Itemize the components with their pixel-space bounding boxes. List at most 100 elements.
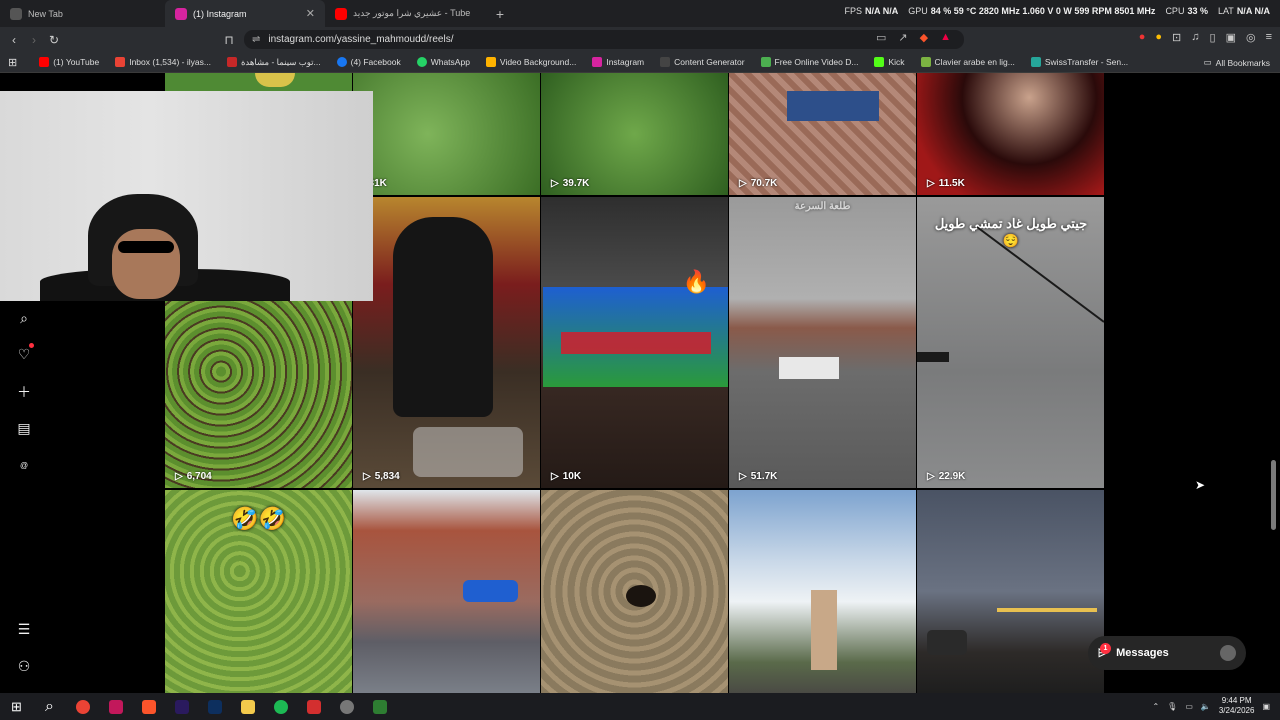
swisstransfer-icon <box>1030 57 1041 67</box>
app-green-icon[interactable] <box>363 693 396 720</box>
reel-thumbnail[interactable]: 231K <box>353 73 540 195</box>
bookmark-clavier-arabe[interactable]: Clavier arabe en lig... <box>913 57 1023 67</box>
bookmark-kick[interactable]: Kick <box>866 57 912 67</box>
bookmark-whatsapp[interactable]: WhatsApp <box>409 57 478 67</box>
bookmark-video-downloader[interactable]: Free Online Video D... <box>753 57 867 67</box>
brave-shields-icon[interactable]: ◆ <box>920 31 928 44</box>
notification-center-icon[interactable]: ▣ <box>1262 702 1270 711</box>
brave-rewards-icon[interactable]: ▲ <box>940 31 951 44</box>
wallet-icon[interactable]: ▣ <box>1226 31 1236 44</box>
microphone-icon[interactable]: 🎙 <box>1167 702 1177 711</box>
all-bookmarks-label: All Bookmarks <box>1215 57 1270 68</box>
bookmark-topcinema[interactable]: توب سينما - مشاهدة... <box>219 57 329 68</box>
play-icon: ▷ <box>927 178 935 189</box>
reel-thumbnail[interactable] <box>917 490 1104 693</box>
clock-date: 3/24/2026 <box>1218 706 1255 715</box>
app-red-icon[interactable] <box>99 693 132 720</box>
back-icon[interactable]: ‹ <box>4 33 24 47</box>
all-bookmarks-button[interactable]: ▭ All Bookmarks <box>1204 57 1270 68</box>
address-bar[interactable]: ⇌ instagram.com/yassine_mahmoudd/reels/ <box>244 30 964 49</box>
bookmark-label: WhatsApp <box>430 57 470 67</box>
more-menu-icon[interactable]: ☰ <box>9 611 39 648</box>
bookmark-content-generator[interactable]: Content Generator <box>652 57 752 67</box>
spotify-icon[interactable] <box>264 693 297 720</box>
page-scrollbar[interactable] <box>1270 73 1276 693</box>
sunglasses <box>118 241 174 253</box>
vpn-icon[interactable]: ◎ <box>1246 31 1256 44</box>
tab-youtube[interactable]: عشيري شرا موتور جديد - Tube <box>325 0 490 27</box>
reel-thumbnail[interactable]: ▷ 5,834 <box>353 197 540 488</box>
create-plus-icon[interactable]: ＋ <box>9 373 39 410</box>
new-tab-button[interactable]: + <box>490 6 510 22</box>
browser-menu-icon[interactable]: ≡ <box>1266 31 1272 44</box>
extension-red-icon[interactable]: ● <box>1139 31 1146 44</box>
taskbar-clock[interactable]: 9:44 PM 3/24/2026 <box>1219 696 1255 716</box>
bookmark-instagram[interactable]: Instagram <box>584 57 652 67</box>
fire-emoji-icon: 🔥 <box>682 269 710 294</box>
site-info-icon[interactable]: ⇌ <box>252 34 260 45</box>
lat-label: LAT <box>1217 6 1234 16</box>
reload-icon[interactable]: ↻ <box>44 33 64 47</box>
scrollbar-thumb[interactable] <box>1271 460 1276 530</box>
extension-color-icon[interactable]: ● <box>1155 31 1162 44</box>
tab-instagram[interactable]: (1) Instagram ✕ <box>165 0 325 27</box>
premiere-icon[interactable] <box>165 693 198 720</box>
reel-thumbnail[interactable] <box>541 490 728 693</box>
messages-label: Messages <box>1116 647 1169 659</box>
bookmark-swisstransfer[interactable]: SwissTransfer - Sen... <box>1023 57 1136 67</box>
bookmark-gmail[interactable]: Inbox (1,534) - ilyas... <box>107 57 219 67</box>
reel-thumbnail[interactable]: 🔥 ▷ 10K <box>541 197 728 488</box>
bookmark-facebook[interactable]: (4) Facebook <box>329 57 409 67</box>
chrome-icon[interactable] <box>66 693 99 720</box>
reel-image <box>787 91 879 121</box>
reel-thumbnail[interactable] <box>729 490 916 693</box>
also-from-meta-icon[interactable]: ⚇ <box>9 648 39 685</box>
url-text: instagram.com/yassine_mahmoudd/reels/ <box>268 34 454 45</box>
file-explorer-icon[interactable] <box>231 693 264 720</box>
reel-thumbnail[interactable]: جيتي طويل غاد تمشي طويل 😌 ▷ 22.9K <box>917 197 1104 488</box>
reel-thumbnail[interactable]: طلعة السرعة ▷ 51.7K <box>729 197 916 488</box>
bookmark-label: توب سينما - مشاهدة... <box>240 56 321 67</box>
reel-thumbnail[interactable]: 🤣🤣 <box>165 490 352 693</box>
app-icon[interactable] <box>297 693 330 720</box>
extension-icon[interactable]: ⊡ <box>1172 31 1181 44</box>
lat-value: N/A <box>1236 6 1252 16</box>
gpu-stats: 84 % 59 °C 2820 MHz 1.060 V 0 W 599 RPM … <box>930 6 1156 16</box>
close-tab-icon[interactable]: ✕ <box>306 7 315 20</box>
share-icon[interactable]: ↗ <box>898 31 907 44</box>
play-icon: ▷ <box>739 178 747 189</box>
reel-thumbnail[interactable] <box>353 490 540 693</box>
steam-icon[interactable] <box>330 693 363 720</box>
bookmark-youtube[interactable]: (1) YouTube <box>31 57 107 67</box>
reel-view-count: ▷ 22.9K <box>927 471 965 482</box>
messages-button[interactable]: ⌲ 1 Messages <box>1088 636 1246 670</box>
gmail-icon <box>115 57 126 67</box>
bookmark-icon[interactable]: ⊓ <box>219 33 239 47</box>
threads-icon[interactable]: @ <box>9 447 39 484</box>
tab-new-tab[interactable]: New Tab <box>0 0 165 27</box>
media-icon[interactable]: ♫ <box>1191 31 1199 44</box>
network-icon[interactable]: ▭ <box>1185 702 1193 711</box>
sidebar-icon[interactable]: ▯ <box>1210 31 1216 44</box>
performance-overlay: FPS N/A N/A GPU 84 % 59 °C 2820 MHz 1.060 … <box>845 6 1271 16</box>
download-icon <box>760 57 771 67</box>
brave-icon[interactable] <box>132 693 165 720</box>
cast-icon[interactable]: ▭ <box>876 31 886 44</box>
bookmark-video-background[interactable]: Video Background... <box>478 57 584 67</box>
apps-grid-icon[interactable]: ⊞ <box>0 56 31 69</box>
bookmarks-bar: ⊞ (1) YouTube Inbox (1,534) - ilyas... ت… <box>0 52 1280 73</box>
taskbar-search-icon[interactable]: ⌕ <box>33 693 66 720</box>
windows-start-icon[interactable]: ⊞ <box>0 693 33 720</box>
volume-icon[interactable]: 🔈 <box>1201 702 1211 711</box>
reel-thumbnail[interactable]: ▷ 39.7K <box>541 73 728 195</box>
reel-thumbnail[interactable]: ▷ 70.7K <box>729 73 916 195</box>
address-toolbar: ‹ › ↻ ⊓ ⇌ instagram.com/yassine_mahmoudd… <box>0 27 1280 52</box>
forward-icon[interactable]: › <box>24 33 44 47</box>
photoshop-icon[interactable] <box>198 693 231 720</box>
reel-thumbnail[interactable]: ▷ 11.5K <box>917 73 1104 195</box>
tray-chevron-icon[interactable]: ⌃ <box>1152 702 1159 711</box>
instagram-favicon <box>175 7 187 20</box>
dashboard-icon[interactable]: ▤ <box>9 410 39 447</box>
notifications-heart-icon[interactable]: ♡ <box>9 336 39 373</box>
search-icon[interactable]: ⌕ <box>9 301 39 336</box>
